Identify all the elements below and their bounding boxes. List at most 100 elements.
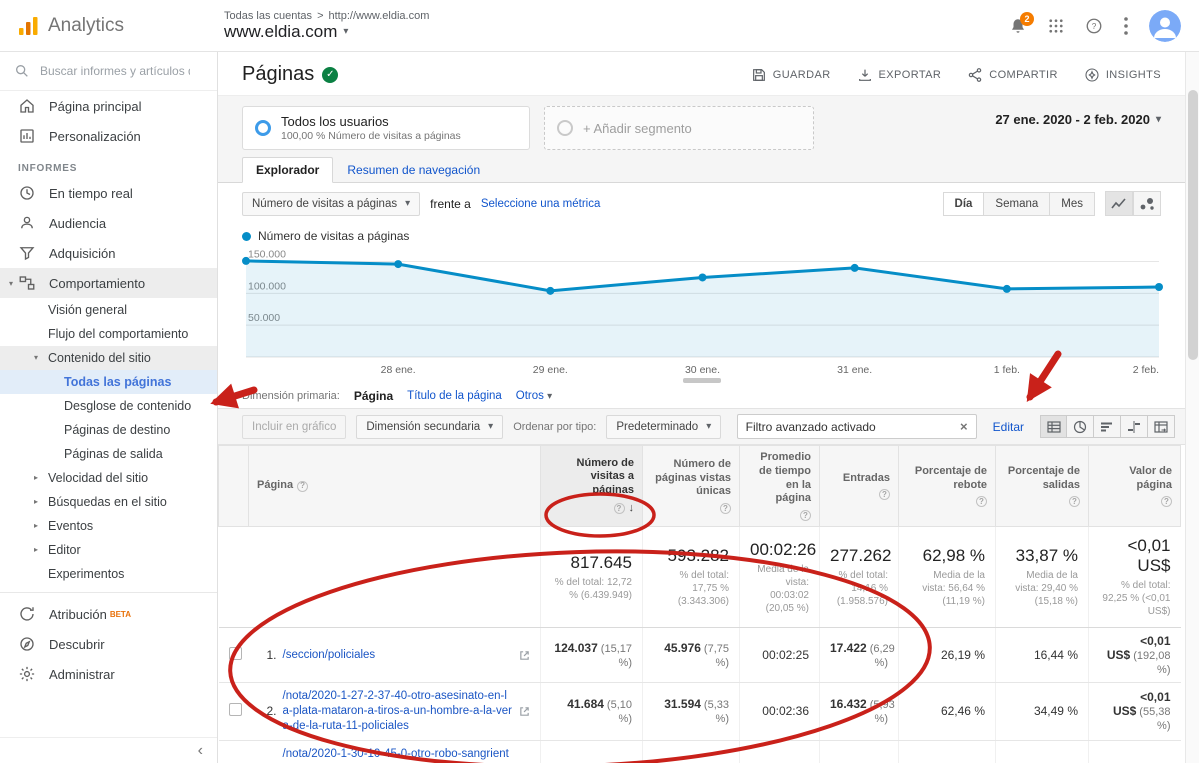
main-content: Páginas ✓ GUARDAR EXPORTAR COMPARTIR INS…	[218, 52, 1199, 763]
insights-button[interactable]: INSIGHTS	[1084, 67, 1161, 83]
notifications-button[interactable]: 2	[1009, 17, 1027, 35]
motion-chart-toggle[interactable]	[1133, 191, 1161, 216]
view-table-button[interactable]	[1040, 415, 1067, 438]
add-segment-button[interactable]: + Añadir segmento	[544, 106, 814, 150]
sidebar-item-site-content[interactable]: ▾Contenido del sitio	[0, 346, 217, 370]
sidebar-item-all-pages[interactable]: Todas las páginas	[0, 370, 217, 394]
avatar[interactable]	[1149, 10, 1181, 42]
dimension-page-title[interactable]: Título de la página	[407, 390, 502, 402]
sort-type-label: Ordenar por tipo:	[513, 421, 596, 433]
more-options-button[interactable]	[1123, 16, 1129, 36]
date-range-picker[interactable]: 27 ene. 2020 - 2 feb. 2020 ▾	[995, 112, 1161, 127]
share-button[interactable]: COMPARTIR	[967, 67, 1058, 83]
sidebar-item-exit-pages[interactable]: Páginas de salida	[0, 442, 217, 466]
export-button[interactable]: EXPORTAR	[857, 67, 942, 83]
select-metric-link[interactable]: Seleccione una métrica	[481, 198, 601, 210]
external-link-icon[interactable]	[519, 706, 530, 717]
total-pageviews: 817.645% del total: 12,72 % (6.439.949)	[541, 527, 643, 628]
close-icon[interactable]: ×	[960, 419, 968, 434]
sidebar-item-site-search[interactable]: ▸Búsquedas en el sitio	[0, 490, 217, 514]
tab-navigation-summary[interactable]: Resumen de navegación	[333, 158, 494, 182]
column-header-pageviews[interactable]: Número de visitas a páginas?↓	[541, 446, 643, 527]
sidebar-item-discover[interactable]: Descubrir	[0, 629, 217, 659]
page-link[interactable]: /nota/2020-1-30-10-45-0-otro-robo-sangri…	[283, 747, 514, 763]
traffic-chart[interactable]: 50.000100.000150.00028 ene.29 ene.30 ene…	[242, 246, 1167, 376]
analytics-logo-icon[interactable]	[16, 14, 40, 38]
column-header-page[interactable]: Página?	[249, 446, 541, 527]
property-selector[interactable]: www.eldia.com ▾	[224, 22, 1009, 42]
svg-text:2 feb.: 2 feb.	[1133, 364, 1159, 376]
sidebar-item-events[interactable]: ▸Eventos	[0, 514, 217, 538]
granularity-day-button[interactable]: Día	[943, 192, 985, 216]
view-comparison-button[interactable]	[1121, 415, 1148, 438]
scrollbar-thumb[interactable]	[1188, 90, 1198, 360]
column-header-avg-time[interactable]: Promedio de tiempo en la página?	[740, 446, 820, 527]
column-header-page-value[interactable]: Valor de página?	[1089, 446, 1181, 527]
metric-cell: 00:02:25	[740, 628, 820, 683]
segment-card-all-users[interactable]: Todos los usuarios 100,00 % Número de vi…	[242, 106, 530, 150]
row-checkbox[interactable]	[229, 647, 242, 660]
caret-right-icon: ▸	[34, 545, 48, 555]
tab-explorer[interactable]: Explorador	[242, 157, 333, 183]
sidebar-search[interactable]	[0, 52, 217, 91]
column-header-bounce-rate[interactable]: Porcentaje de rebote?	[899, 446, 996, 527]
line-chart-toggle[interactable]	[1105, 191, 1133, 216]
sidebar-item-home[interactable]: Página principal	[0, 91, 217, 121]
help-icon: ?	[879, 489, 890, 500]
view-pivot-button[interactable]	[1148, 415, 1175, 438]
page-link[interactable]: /seccion/policiales	[283, 648, 514, 663]
column-header-entrances[interactable]: Entradas?	[820, 446, 899, 527]
view-performance-button[interactable]	[1094, 415, 1121, 438]
sidebar-item-admin[interactable]: Administrar	[0, 659, 217, 689]
sidebar-item-editor[interactable]: ▸Editor	[0, 538, 217, 562]
apps-grid-button[interactable]	[1047, 17, 1065, 35]
help-button[interactable]: ?	[1085, 17, 1103, 35]
column-header-unique-pageviews[interactable]: Número de páginas vistas únicas?	[643, 446, 740, 527]
person-icon	[18, 214, 36, 232]
timeline-handle[interactable]	[683, 378, 721, 383]
sort-type-dropdown[interactable]: Predeterminado ▾	[606, 415, 721, 439]
sidebar-item-behavior-flow[interactable]: Flujo del comportamiento	[0, 322, 217, 346]
sidebar-item-behavior-overview[interactable]: Visión general	[0, 298, 217, 322]
personalization-icon	[18, 127, 36, 145]
granularity-month-button[interactable]: Mes	[1050, 192, 1095, 216]
total-bounce-rate: 62,98 %Media de la vista: 56,64 % (11,19…	[899, 527, 996, 628]
secondary-dimension-dropdown[interactable]: Dimensión secundaria ▾	[356, 415, 503, 439]
collapse-sidebar-button[interactable]: ‹	[198, 742, 203, 760]
svg-text:29 ene.: 29 ene.	[533, 364, 568, 376]
metric-dropdown[interactable]: Número de visitas a páginas ▾	[242, 192, 420, 216]
breadcrumb[interactable]: Todas las cuentas > http://www.eldia.com	[224, 10, 1009, 22]
breadcrumb-property-url[interactable]: http://www.eldia.com	[329, 10, 430, 22]
dimension-other[interactable]: Otros ▾	[516, 390, 552, 402]
page-link[interactable]: /nota/2020-1-27-2-37-40-otro-asesinato-e…	[283, 689, 514, 734]
breadcrumb-accounts[interactable]: Todas las cuentas	[224, 10, 312, 22]
dimension-page[interactable]: Página	[354, 389, 393, 403]
search-input[interactable]	[40, 64, 190, 78]
edit-filter-link[interactable]: Editar	[993, 420, 1024, 434]
property-name: www.eldia.com	[224, 22, 337, 42]
brand-name: Analytics	[48, 15, 124, 37]
sidebar-item-content-drilldown[interactable]: Desglose de contenido	[0, 394, 217, 418]
view-percentage-button[interactable]	[1067, 415, 1094, 438]
row-checkbox[interactable]	[229, 703, 242, 716]
svg-text:30 ene.: 30 ene.	[685, 364, 720, 376]
table-body: 817.645% del total: 12,72 % (6.439.949) …	[219, 527, 1181, 763]
advanced-filter-chip[interactable]: Filtro avanzado activado ×	[737, 414, 977, 439]
sidebar-item-personalization[interactable]: Personalización	[0, 121, 217, 151]
granularity-week-button[interactable]: Semana	[984, 192, 1050, 216]
sidebar-item-realtime[interactable]: En tiempo real	[0, 178, 217, 208]
help-icon: ?	[800, 510, 811, 521]
sidebar-item-behavior[interactable]: ▾ Comportamiento	[0, 268, 217, 298]
legend-dot	[242, 232, 251, 241]
sidebar-item-site-speed[interactable]: ▸Velocidad del sitio	[0, 466, 217, 490]
sidebar-item-acquisition[interactable]: Adquisición	[0, 238, 217, 268]
scrollbar[interactable]	[1185, 52, 1199, 763]
save-button[interactable]: GUARDAR	[751, 67, 831, 83]
sidebar-item-experiments[interactable]: Experimentos	[0, 562, 217, 586]
sidebar-item-attribution[interactable]: Atribución BETA	[0, 599, 217, 629]
column-header-exit-rate[interactable]: Porcentaje de salidas?	[996, 446, 1089, 527]
external-link-icon[interactable]	[519, 650, 530, 661]
sidebar-item-audience[interactable]: Audiencia	[0, 208, 217, 238]
sidebar-item-landing-pages[interactable]: Páginas de destino	[0, 418, 217, 442]
metric-cell: 26.052(4,39 %)	[643, 740, 740, 763]
